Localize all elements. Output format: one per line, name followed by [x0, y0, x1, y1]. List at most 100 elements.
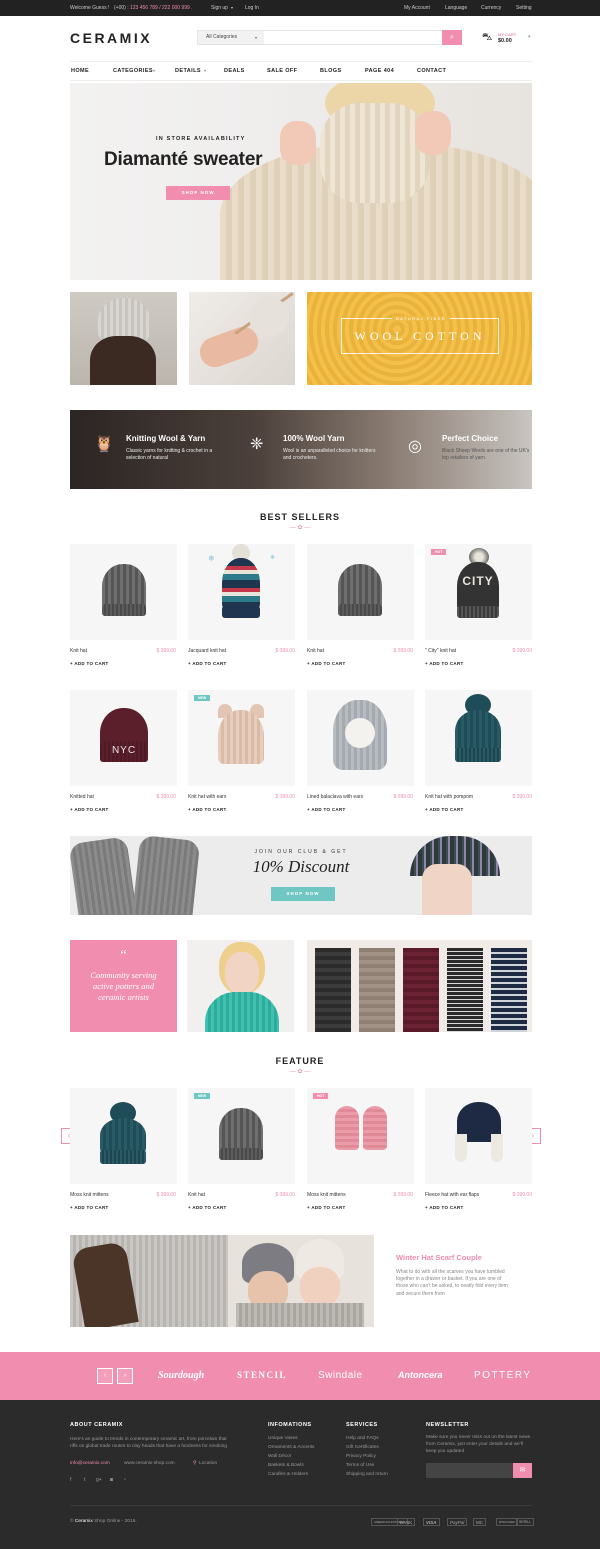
- search-input[interactable]: [268, 32, 438, 43]
- scarves-image[interactable]: [307, 940, 532, 1032]
- facebook-icon[interactable]: f: [70, 1477, 71, 1483]
- promo-tile-knitting[interactable]: [189, 292, 295, 385]
- product-name[interactable]: " City" knit hat: [425, 648, 456, 654]
- product-name[interactable]: Moss knit mittens: [70, 1192, 109, 1198]
- product-card[interactable]: [425, 690, 532, 786]
- nav-blogs[interactable]: BLOGS: [320, 68, 342, 74]
- signup-link[interactable]: Sign up: [211, 5, 228, 11]
- nav-page-404[interactable]: PAGE 404: [365, 68, 394, 74]
- footer-email[interactable]: info@ceramix.com: [70, 1461, 110, 1466]
- language-menu[interactable]: Language: [445, 5, 467, 11]
- cart[interactable]: ⛍ MY CART $0.00 ▾: [482, 30, 542, 46]
- copyright-brand[interactable]: Ceramix: [75, 1519, 93, 1524]
- product-card[interactable]: HOT CITY: [425, 544, 532, 640]
- product-card[interactable]: NEW: [188, 1088, 295, 1184]
- product-card[interactable]: [70, 1088, 177, 1184]
- footer-link[interactable]: Wall Décor: [268, 1454, 291, 1459]
- discount-banner: JOIN OUR CLUB & GET 10% Discount SHOP NO…: [70, 836, 532, 915]
- product-card[interactable]: [307, 690, 414, 786]
- logo[interactable]: CERAMIX: [70, 30, 152, 46]
- product-name[interactable]: Knit hat: [307, 648, 324, 654]
- brands-prev-button[interactable]: ‹: [97, 1368, 113, 1384]
- nav-categories[interactable]: CATEGORIES: [113, 68, 153, 74]
- add-to-cart-button[interactable]: + ADD TO CART: [307, 807, 346, 812]
- footer-link[interactable]: Unique Vases: [268, 1436, 298, 1441]
- discount-shop-now-button[interactable]: SHOP NOW: [271, 887, 335, 901]
- brands-next-button[interactable]: ›: [117, 1368, 133, 1384]
- brand-logo[interactable]: POTTERY: [474, 1370, 532, 1381]
- brand-logo[interactable]: STENCIL: [237, 1370, 287, 1380]
- product-card[interactable]: ❄ ❄: [188, 544, 295, 640]
- add-to-cart-button[interactable]: + ADD TO CART: [188, 807, 227, 812]
- googleplus-icon[interactable]: g+: [96, 1477, 102, 1483]
- footer-link[interactable]: Help and FAQs: [346, 1436, 379, 1441]
- twitter-icon[interactable]: t: [84, 1477, 85, 1483]
- hero-shop-now-button[interactable]: SHOP NOW: [166, 186, 230, 200]
- scarf-image: [236, 1303, 364, 1327]
- my-account-link[interactable]: My Account: [404, 5, 430, 11]
- product-name[interactable]: Knit hat: [70, 648, 87, 654]
- product-price: $ 399.00: [156, 1192, 176, 1198]
- nav-home[interactable]: HOME: [71, 68, 89, 74]
- product-name[interactable]: Jacquard knit hat: [188, 648, 226, 654]
- brand-logo[interactable]: Antoncera: [398, 1370, 443, 1380]
- add-to-cart-button[interactable]: + ADD TO CART: [307, 661, 346, 666]
- footer-link[interactable]: Shipping and return: [346, 1472, 388, 1477]
- model-scarf-image[interactable]: [187, 940, 294, 1032]
- nav-details[interactable]: DETAILS: [175, 68, 201, 74]
- nav-deals[interactable]: DEALS: [224, 68, 245, 74]
- promo-tile-beanie[interactable]: [70, 292, 177, 385]
- instagram-icon[interactable]: ◙: [110, 1477, 113, 1483]
- footer-link[interactable]: Gift Certificates: [346, 1445, 379, 1450]
- brand-logo[interactable]: Sourdough: [158, 1370, 204, 1381]
- login-link[interactable]: Log In: [245, 5, 259, 11]
- newsletter-submit-button[interactable]: ✉: [513, 1463, 532, 1478]
- rss-icon[interactable]: ◔: [123, 1477, 126, 1483]
- product-name[interactable]: Knitted hat: [70, 794, 94, 800]
- blog-image[interactable]: [70, 1235, 374, 1327]
- search-button[interactable]: ⌕: [442, 30, 462, 45]
- footer-location[interactable]: Location: [199, 1461, 217, 1466]
- product-card[interactable]: HOT: [307, 1088, 414, 1184]
- product-name[interactable]: Moss knit mittens: [307, 1192, 346, 1198]
- add-to-cart-button[interactable]: + ADD TO CART: [70, 1205, 109, 1210]
- add-to-cart-button[interactable]: + ADD TO CART: [188, 1205, 227, 1210]
- blog-title[interactable]: Winter Hat Scarf Couple: [396, 1253, 482, 1262]
- add-to-cart-button[interactable]: + ADD TO CART: [70, 807, 109, 812]
- product-name[interactable]: Knit hat with pompom: [425, 794, 473, 800]
- hat-image: [100, 1118, 146, 1154]
- nav-contact[interactable]: CONTACT: [417, 68, 446, 74]
- product-card[interactable]: [425, 1088, 532, 1184]
- newsletter-email-input[interactable]: [426, 1463, 514, 1478]
- currency-menu[interactable]: Currency: [481, 5, 501, 11]
- add-to-cart-button[interactable]: + ADD TO CART: [307, 1205, 346, 1210]
- footer-link[interactable]: Candles & Holders: [268, 1472, 308, 1477]
- promo-tile-wool-cotton[interactable]: NATURAL FIBER WOOL COTTON: [307, 292, 532, 385]
- product-name[interactable]: Lined balaclava with ears: [307, 794, 363, 800]
- brand-logo[interactable]: Swindale: [318, 1370, 363, 1381]
- product-price: $ 399.00: [393, 648, 413, 654]
- add-to-cart-button[interactable]: + ADD TO CART: [425, 807, 464, 812]
- footer-link[interactable]: Privacy Policy: [346, 1454, 376, 1459]
- product-price: $ 399.00: [275, 794, 295, 800]
- setting-menu[interactable]: Setting: [516, 5, 532, 11]
- add-to-cart-button[interactable]: + ADD TO CART: [188, 661, 227, 666]
- product-name[interactable]: Knit hat with ears: [188, 794, 226, 800]
- product-name[interactable]: Fleece hat with ear flaps: [425, 1192, 479, 1198]
- product-card[interactable]: [307, 544, 414, 640]
- scarf-image: [447, 948, 483, 1032]
- plus-icon: +: [425, 807, 428, 812]
- footer-link[interactable]: Baskets & Bowls: [268, 1463, 304, 1468]
- add-to-cart-button[interactable]: + ADD TO CART: [425, 1205, 464, 1210]
- product-name[interactable]: Knit hat: [188, 1192, 205, 1198]
- nav-sale-off[interactable]: SALE OFF: [267, 68, 297, 74]
- footer-link[interactable]: Terms of Use: [346, 1463, 374, 1468]
- chevron-down-icon: ▾: [255, 35, 258, 40]
- product-card[interactable]: NYC: [70, 690, 177, 786]
- footer-website[interactable]: www.ceramix-shop.com: [124, 1461, 175, 1466]
- add-to-cart-button[interactable]: + ADD TO CART: [70, 661, 109, 666]
- product-card[interactable]: [70, 544, 177, 640]
- footer-link[interactable]: Ornaments & Accents: [268, 1445, 314, 1450]
- add-to-cart-button[interactable]: + ADD TO CART: [425, 661, 464, 666]
- product-card[interactable]: NEW: [188, 690, 295, 786]
